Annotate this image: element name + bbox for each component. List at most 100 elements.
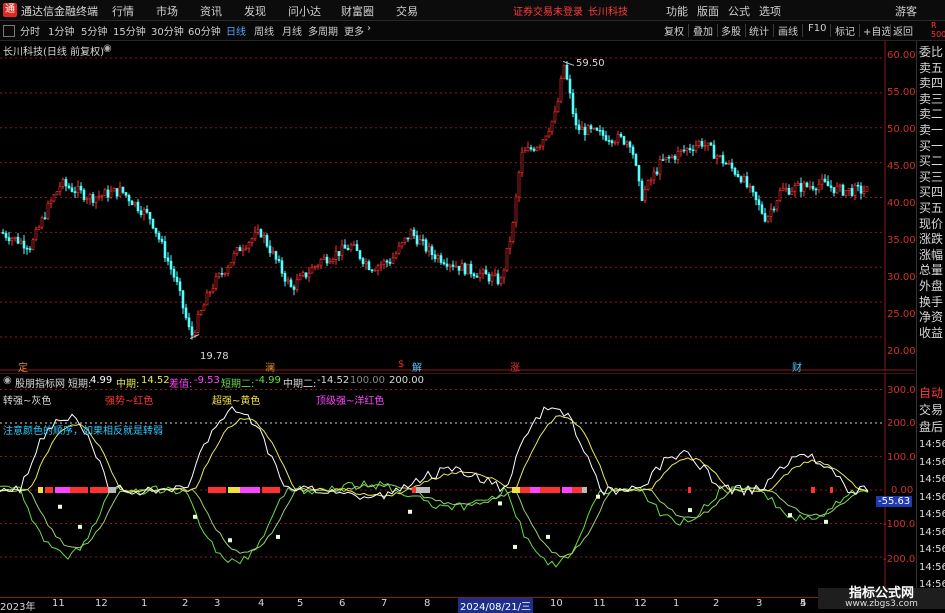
quote-tab[interactable]: 卖四 [919,76,943,91]
menu-zixun[interactable]: 资讯 [200,3,222,19]
candle-body [703,145,707,147]
trade-time: 14:56 [919,456,945,468]
quote-tab[interactable]: 总量 [919,263,943,278]
quote-tab[interactable]: 卖三 [919,92,943,107]
period-multi[interactable]: 多周期 [308,23,338,38]
quote-tab[interactable]: 买二 [919,154,943,169]
indicator-chart[interactable]: ◉ 股朋指标网 短期: 4.99 中期: 14.52 差值: -9.53 短期二… [0,373,916,598]
quote-tab-2[interactable]: 盘后 [919,420,943,435]
quote-tab-2[interactable]: 交易 [919,403,943,418]
user-label[interactable]: 游客 [895,3,917,19]
dropdown-icon[interactable]: ◉ [103,43,112,54]
period-60min[interactable]: 60分钟 [188,23,221,38]
candle-body [280,260,284,274]
menu-faxian[interactable]: 发现 [244,3,266,19]
candle-body [241,248,245,252]
period-15min[interactable]: 15分钟 [113,23,146,38]
event-marker[interactable]: 定 [18,359,28,374]
quote-tab[interactable]: 卖二 [919,107,943,122]
tool-f10[interactable]: F10 [808,23,826,34]
candle-body [286,279,290,282]
kline-chart[interactable]: 长川科技(日线 前复权) ◉ 59.50 19.78 60.00 55.00 5… [0,41,916,374]
event-marker[interactable]: 涨 [510,359,520,374]
tool-diejia[interactable]: 叠加 [693,23,713,38]
trade-time: 14:56 [919,509,945,520]
ind-y-tick: 300.0 [887,385,916,396]
quote-tab[interactable]: 现价 [919,217,943,232]
period-5min[interactable]: 5分钟 [81,23,107,38]
tool-back[interactable]: 返回 [893,23,913,38]
candle-body [136,201,140,212]
quote-tab[interactable]: 卖五 [919,61,943,76]
legend-red: 强势~红色 [105,396,154,407]
quote-tab[interactable]: 买四 [919,185,943,200]
quote-tab-2[interactable]: 自动 [919,386,943,401]
candle-body [88,194,92,200]
period-monthly[interactable]: 月线 [282,23,302,38]
event-marker[interactable]: 澜 [265,359,275,374]
menu-gongneng[interactable]: 功能 [666,3,688,19]
quote-tab[interactable]: 涨幅 [919,248,943,263]
candle-body [799,183,803,192]
candle-body [43,217,47,220]
menu-jiaoyi[interactable]: 交易 [396,3,418,19]
tool-huaxian[interactable]: 画线 [778,23,798,38]
candle-body [739,176,743,183]
candle-body [436,255,440,260]
candle-body [172,268,176,278]
candle-body [187,317,191,328]
trade-time: 14:56 [919,474,945,485]
period-more[interactable]: 更多 [344,23,364,38]
candle-body [151,218,155,229]
event-marker[interactable]: $ [398,359,404,370]
event-marker[interactable]: 财 [792,359,802,374]
candle-body [454,265,458,268]
period-weekly[interactable]: 周线 [254,23,274,38]
candle-body [385,260,389,263]
period-1min[interactable]: 1分钟 [48,23,74,38]
quote-tab[interactable]: 买三 [919,170,943,185]
candle-body [415,235,419,245]
menu-wenxiaoda[interactable]: 问小达 [288,3,321,19]
quote-tab[interactable]: 换手 [919,295,943,310]
indicator-menu-icon[interactable]: ◉ [3,375,12,386]
menu-caifuquan[interactable]: 财富圈 [341,3,374,19]
candle-body [40,217,44,228]
period-fenshi[interactable]: 分时 [20,23,40,38]
layout-icon[interactable] [3,25,15,37]
quote-tab[interactable]: 净资 [919,310,943,325]
candle-body [193,331,197,336]
quote-tab[interactable]: 卖一 [919,123,943,138]
event-marker[interactable]: 解 [412,359,422,374]
candle-body [346,248,350,251]
tool-biaoji[interactable]: 标记 [835,23,855,38]
candle-body [715,155,719,159]
candle-body [376,265,380,271]
candle-body [52,194,56,202]
quote-tab[interactable]: 委比 [919,45,943,60]
candle-body [670,155,674,158]
quote-tab[interactable]: 外盘 [919,279,943,294]
menu-xuanxiang[interactable]: 选项 [759,3,781,19]
candle-body [265,235,269,247]
quote-tab[interactable]: 涨跌 [919,232,943,247]
quote-tab[interactable]: 买五 [919,201,943,216]
menu-banmian[interactable]: 版面 [697,3,719,19]
tool-tongji[interactable]: 统计 [749,23,769,38]
menu-gongshi[interactable]: 公式 [728,3,750,19]
menu-hangqing[interactable]: 行情 [112,3,134,19]
tool-fuquan[interactable]: 复权 [664,23,684,38]
period-daily[interactable]: 日线 [226,23,246,38]
period-30min[interactable]: 30分钟 [151,23,184,38]
candle-body [490,274,494,282]
quote-tab[interactable]: 收益 [919,326,943,341]
chevron-right-icon[interactable]: › [367,23,371,34]
menu-shichang[interactable]: 市场 [156,3,178,19]
tool-add-watchlist[interactable]: +自选 [863,23,891,38]
date-tick: 1 [141,598,148,609]
login-warning[interactable]: 证券交易未登录 [513,3,583,18]
tool-duogu[interactable]: 多股 [721,23,741,38]
candle-body [568,78,572,94]
quote-tab[interactable]: 买一 [919,139,943,154]
signal-marker [513,544,517,549]
